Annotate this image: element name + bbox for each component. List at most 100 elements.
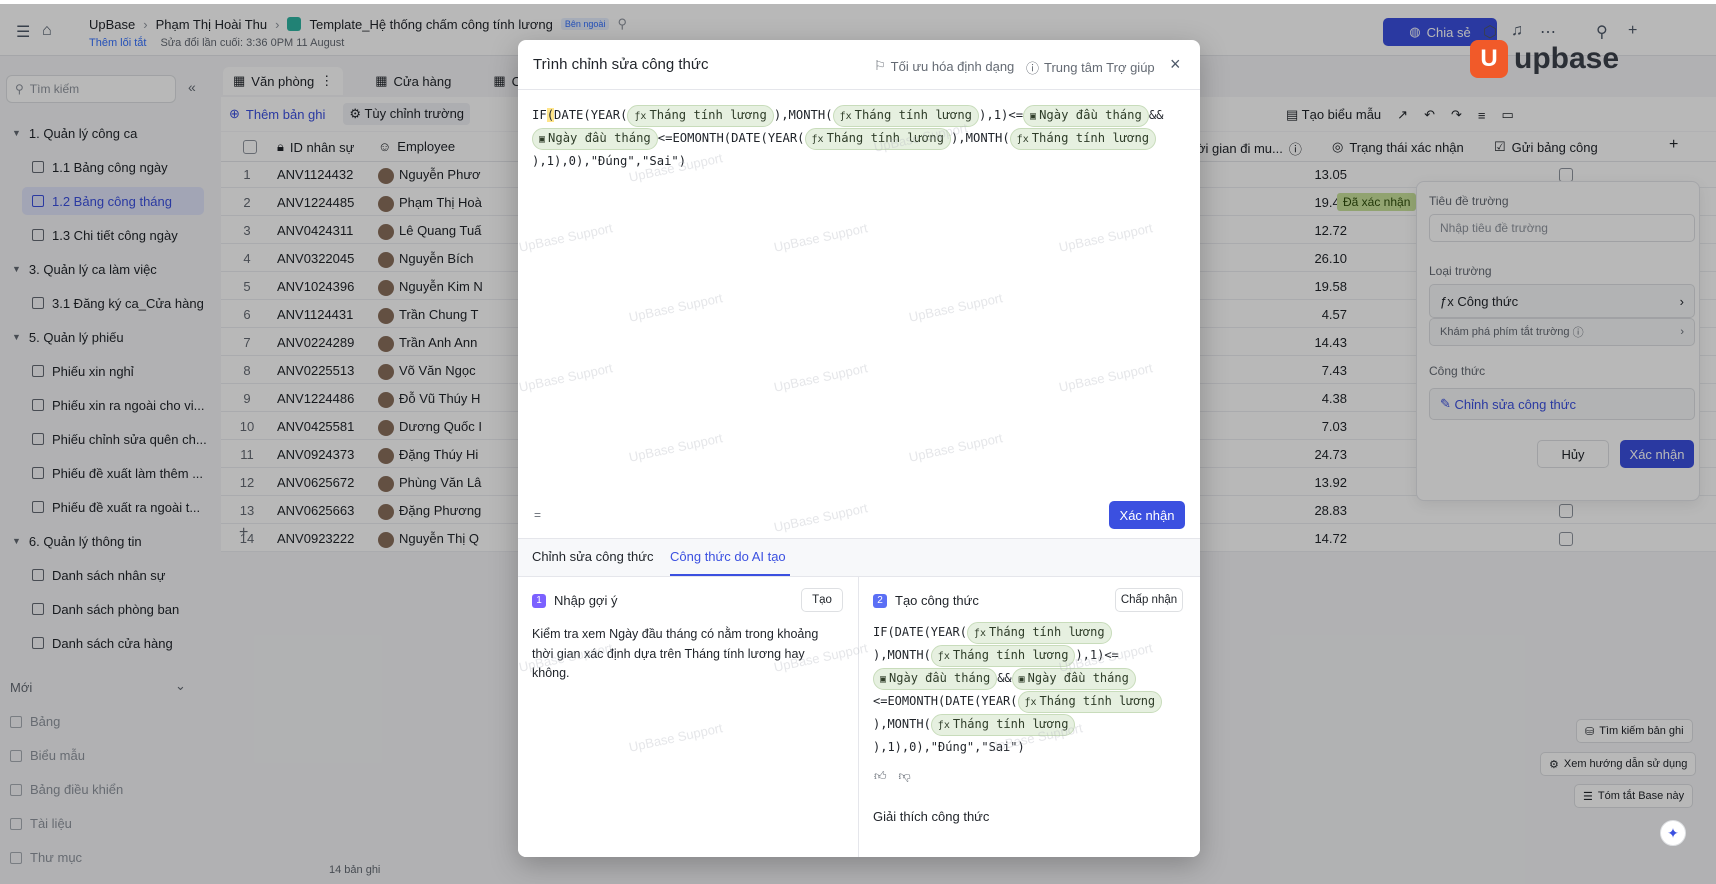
field-chip-thang-tinh-luong[interactable]: ƒx Tháng tính lương: [832, 105, 980, 127]
divider: [858, 577, 859, 857]
optimize-label: Tối ưu hóa định dạng: [890, 58, 1015, 74]
watermark: UpBase Support: [907, 290, 1004, 325]
watermark: UpBase Support: [772, 360, 869, 395]
formula-token: IF(DATE(YEAR(: [873, 625, 967, 639]
accept-button[interactable]: Chấp nhận: [1115, 588, 1183, 612]
step-generate-header: 2 Tạo công thức: [873, 593, 979, 608]
field-chip-thang-tinh-luong[interactable]: ƒx Tháng tính lương: [1009, 128, 1157, 150]
formula-token: ),MONTH(: [873, 648, 931, 662]
tab-ai-formula[interactable]: Công thức do AI tạo: [670, 549, 786, 564]
watermark: UpBase Support: [772, 500, 869, 535]
step-label: Nhập gợi ý: [554, 593, 618, 608]
field-chip-ngay-dau-thang[interactable]: ▣ Ngày đầu tháng: [532, 128, 658, 150]
ai-generated-formula: IF(DATE(YEAR(ƒx Tháng tính lương ),MONTH(…: [873, 621, 1183, 759]
generate-label: Tạo: [812, 594, 832, 606]
watermark: UpBase Support: [907, 430, 1004, 465]
chip-label: Tháng tính lương: [1031, 131, 1150, 145]
chip-label: Tháng tính lương: [952, 717, 1069, 731]
watermark: UpBase Support: [1057, 360, 1154, 395]
formula-cursor: (: [546, 108, 555, 122]
watermark: UpBase Support: [627, 290, 724, 325]
formula-token: <=EOMONTH(DATE(YEAR(: [657, 131, 805, 145]
confirm-formula-button[interactable]: Xác nhận: [1109, 501, 1185, 529]
result-equals: =: [534, 508, 542, 522]
helper-tabs: Chỉnh sửa công thức Công thức do AI tạo: [518, 539, 1200, 577]
confirm-label: Xác nhận: [1119, 507, 1175, 523]
step-number: 1: [532, 593, 546, 608]
formula-token: ),MONTH(: [773, 108, 833, 122]
formula-icon: ƒx: [634, 111, 647, 122]
step-number: 2: [873, 593, 887, 608]
chip-label: Ngày đầu tháng: [548, 131, 651, 145]
active-tab-indicator: [670, 574, 790, 576]
formula-token: IF: [532, 108, 547, 122]
ai-assistant-icon[interactable]: ✦: [1660, 820, 1686, 846]
help-label: Trung tâm Trợ giúp: [1044, 60, 1155, 75]
formula-token: &&: [997, 671, 1012, 685]
generate-button[interactable]: Tạo: [801, 588, 843, 612]
field-chip-ngay-dau-thang: ▣ Ngày đầu tháng: [873, 668, 998, 690]
chip-label: Tháng tính lương: [1039, 694, 1156, 708]
formula-editor[interactable]: IF(DATE(YEAR(ƒx Tháng tính lương),MONTH(ƒ…: [532, 104, 1187, 173]
modal-title: Trình chỉnh sửa công thức: [533, 56, 709, 73]
watermark: UpBase Support: [1057, 220, 1154, 255]
thumbs-down-icon[interactable]: 👎︎: [899, 769, 911, 784]
close-icon[interactable]: ×: [1170, 54, 1181, 75]
formula-token: ),1),0),"Đúng","Sai"): [873, 740, 1025, 754]
field-chip-thang-tinh-luong[interactable]: ƒx Tháng tính lương: [627, 105, 774, 127]
brush-icon: ⚐: [874, 58, 886, 73]
field-chip-thang-tinh-luong: ƒx Tháng tính lương: [930, 645, 1076, 667]
formula-icon: ƒx: [839, 111, 852, 122]
formula-token: ),MONTH(: [873, 717, 931, 731]
step-prompt-header: 1 Nhập gợi ý: [532, 593, 617, 608]
prompt-input[interactable]: Kiểm tra xem Ngày đầu tháng có nằm trong…: [532, 625, 832, 684]
formula-icon: ƒx: [973, 628, 986, 639]
formula-token: ),1)<=: [979, 108, 1024, 122]
chip-label: Ngày đầu tháng: [1027, 671, 1129, 685]
field-chip-thang-tinh-luong: ƒx Tháng tính lương: [1017, 691, 1163, 713]
watermark: UpBase Support: [627, 430, 724, 465]
chip-label: Tháng tính lương: [649, 108, 767, 122]
formula-token: ),MONTH(: [950, 131, 1010, 145]
formula-token: &&: [1148, 108, 1164, 122]
calendar-icon: ▣: [1018, 674, 1025, 685]
watermark: UpBase Support: [518, 220, 614, 255]
formula-token: ),1)<=: [1075, 648, 1119, 662]
formula-token: DATE(YEAR(: [554, 108, 628, 122]
chip-label: Ngày đầu tháng: [889, 671, 991, 685]
formula-icon: ƒx: [1024, 697, 1037, 708]
field-chip-thang-tinh-luong: ƒx Tháng tính lương: [966, 622, 1112, 644]
chip-label: Tháng tính lương: [826, 131, 944, 145]
calendar-icon: ▣: [539, 134, 546, 145]
feedback-buttons: 👍︎ 👎︎: [874, 769, 911, 784]
chip-label: Tháng tính lương: [854, 108, 973, 122]
field-chip-ngay-dau-thang[interactable]: ▣ Ngày đầu tháng: [1023, 105, 1149, 127]
upbase-logo: U upbase: [1470, 40, 1619, 78]
calendar-icon: ▣: [1030, 111, 1037, 122]
tab-edit-formula[interactable]: Chỉnh sửa công thức: [532, 549, 653, 564]
formula-token: ),1),0),"Đúng","Sai"): [532, 154, 687, 168]
help-center-button[interactable]: ⓘ Trung tâm Trợ giúp: [1026, 58, 1155, 77]
chip-label: Tháng tính lương: [952, 648, 1069, 662]
optimize-format-button[interactable]: ⚐ Tối ưu hóa định dạng: [874, 58, 1014, 74]
watermark: UpBase Support: [518, 360, 614, 395]
thumbs-up-icon[interactable]: 👍︎: [874, 769, 887, 784]
formula-icon: ƒx: [937, 720, 950, 731]
watermark: UpBase Support: [772, 220, 869, 255]
formula-icon: ƒx: [1016, 134, 1029, 145]
chip-label: Ngày đầu tháng: [1039, 108, 1142, 122]
field-chip-ngay-dau-thang: ▣ Ngày đầu tháng: [1011, 668, 1136, 690]
explain-formula-link[interactable]: Giải thích công thức: [873, 809, 989, 824]
chip-label: Tháng tính lương: [988, 625, 1105, 639]
formula-helper-pane: Chỉnh sửa công thức Công thức do AI tạo …: [518, 538, 1200, 857]
upbase-logo-text: upbase: [1514, 42, 1620, 75]
formula-editor-modal: Trình chỉnh sửa công thức ⚐ Tối ưu hóa đị…: [518, 40, 1200, 857]
divider: [518, 89, 1200, 90]
formula-token: <=EOMONTH(DATE(YEAR(: [873, 694, 1018, 708]
help-icon: ⓘ: [1026, 61, 1040, 76]
field-chip-thang-tinh-luong: ƒx Tháng tính lương: [930, 714, 1076, 736]
accept-label: Chấp nhận: [1120, 594, 1178, 606]
calendar-icon: ▣: [880, 674, 887, 685]
upbase-logo-mark: U: [1470, 40, 1508, 78]
field-chip-thang-tinh-luong[interactable]: ƒx Tháng tính lương: [804, 128, 951, 150]
